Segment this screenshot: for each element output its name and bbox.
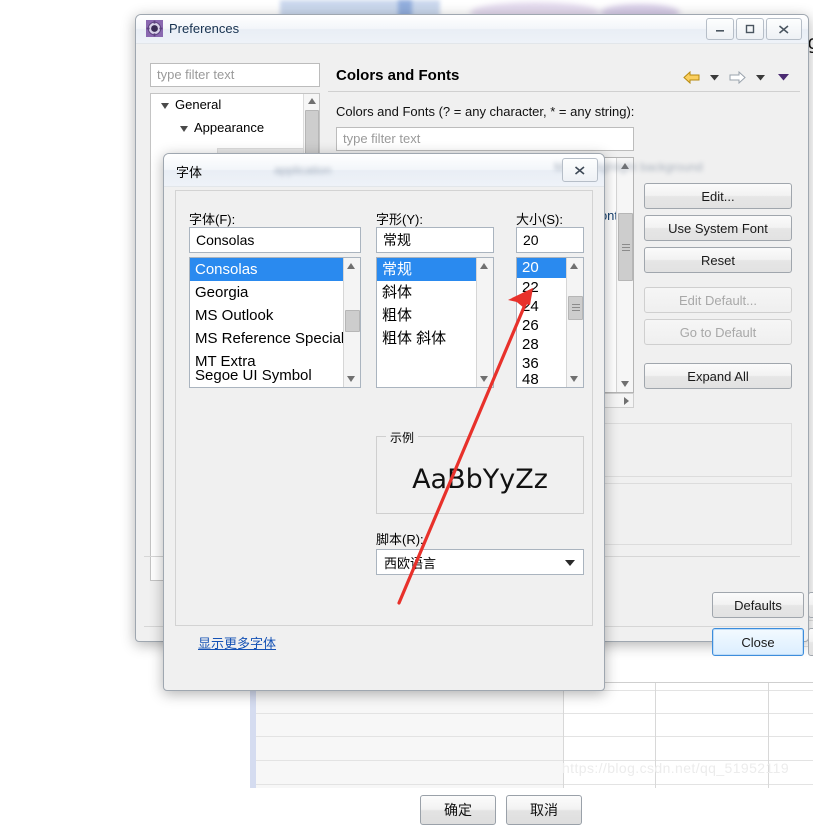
font-sample-legend: 示例 bbox=[386, 429, 419, 446]
colors-fonts-filter-input[interactable]: type filter text bbox=[336, 127, 634, 151]
watermark-text: https://blog.csdn.net/qq_51952119 bbox=[562, 760, 790, 776]
size-scroll-thumb[interactable] bbox=[568, 296, 583, 320]
font-script-value: 西欧语言 bbox=[384, 555, 437, 571]
chevron-down-icon bbox=[565, 560, 575, 566]
bg-grid-row-2 bbox=[256, 713, 813, 714]
style-scroll-up-arrow[interactable] bbox=[480, 263, 488, 269]
preferences-window-controls[interactable] bbox=[706, 18, 802, 40]
font-size-option[interactable]: 48 bbox=[517, 370, 567, 387]
family-scroll-down-arrow[interactable] bbox=[347, 376, 355, 382]
font-style-scrollbar[interactable] bbox=[476, 258, 493, 387]
preferences-gear-icon bbox=[146, 20, 163, 37]
family-scroll-thumb[interactable] bbox=[345, 310, 360, 332]
font-size-option[interactable]: 22 bbox=[517, 278, 567, 297]
font-size-option[interactable]: 28 bbox=[517, 335, 567, 354]
cf-scroll-thumb[interactable] bbox=[618, 213, 633, 281]
preferences-navigation[interactable] bbox=[682, 69, 792, 85]
font-size-option[interactable]: 20 bbox=[517, 258, 567, 278]
scroll-up-arrow[interactable] bbox=[308, 98, 316, 104]
bg-grid-band bbox=[256, 690, 563, 788]
font-size-option[interactable]: 24 bbox=[517, 297, 567, 316]
font-sample-preview: AaBbYyZz bbox=[412, 464, 548, 495]
font-dialog-titlebar-bleed-1: application bbox=[274, 163, 332, 177]
font-family-option[interactable]: Georgia bbox=[190, 281, 344, 304]
forward-arrow-icon[interactable] bbox=[728, 69, 746, 85]
pane-title-divider bbox=[328, 91, 800, 92]
font-dialog-title: 字体 bbox=[176, 165, 203, 180]
font-family-option[interactable]: MS Reference Specialt bbox=[190, 327, 344, 350]
forward-menu-chevron-down-icon[interactable] bbox=[751, 69, 769, 85]
font-family-input[interactable]: Consolas bbox=[189, 227, 361, 253]
font-size-input[interactable]: 20 bbox=[516, 227, 584, 253]
font-family-list[interactable]: Consolas Georgia MS Outlook MS Reference… bbox=[189, 257, 361, 388]
restore-defaults-button[interactable]: Defaults bbox=[712, 592, 804, 618]
size-scroll-up-arrow[interactable] bbox=[570, 263, 578, 269]
tree-expander-general[interactable] bbox=[161, 103, 169, 109]
sidebar-item-appearance[interactable]: Appearance bbox=[194, 120, 264, 135]
back-menu-chevron-down-icon[interactable] bbox=[705, 69, 723, 85]
reset-button[interactable]: Reset bbox=[644, 247, 792, 273]
edit-default-button: Edit Default... bbox=[644, 287, 792, 313]
font-family-option[interactable]: Segoe UI Symbol bbox=[190, 364, 344, 387]
font-style-input[interactable]: 常规 bbox=[376, 227, 494, 253]
font-size-option[interactable]: 26 bbox=[517, 316, 567, 335]
use-system-font-button[interactable]: Use System Font bbox=[644, 215, 792, 241]
font-dialog-close-button[interactable] bbox=[562, 158, 598, 182]
show-more-fonts-link[interactable]: 显示更多字体 bbox=[198, 633, 276, 652]
font-dialog-titlebar[interactable]: 字体 application Match Highlight backgroun… bbox=[164, 154, 703, 187]
font-dialog[interactable]: 字体 application Match Highlight backgroun… bbox=[163, 153, 703, 825]
size-scroll-down-arrow[interactable] bbox=[570, 376, 578, 382]
back-arrow-icon[interactable] bbox=[682, 69, 700, 85]
family-scroll-up-arrow[interactable] bbox=[347, 263, 355, 269]
tree-expander-appearance[interactable] bbox=[180, 126, 188, 132]
font-family-scrollbar[interactable] bbox=[343, 258, 360, 387]
preferences-title: Preferences bbox=[169, 21, 240, 36]
close-button[interactable] bbox=[766, 18, 802, 40]
font-size-list[interactable]: 20 22 24 26 28 36 48 bbox=[516, 257, 584, 388]
font-family-label: 字体(F): bbox=[189, 212, 236, 227]
font-dialog-content: 字体(F): 字形(Y): 大小(S): Consolas Consolas G… bbox=[175, 190, 593, 651]
cancel-dialog-button[interactable]: Cancel bbox=[808, 628, 813, 656]
preferences-filter-input[interactable]: type filter text bbox=[150, 63, 320, 87]
font-style-option[interactable]: 粗体 斜体 bbox=[377, 327, 477, 350]
minimize-button[interactable] bbox=[706, 18, 734, 40]
font-script-label: 脚本(R): bbox=[376, 532, 424, 547]
page-title: Colors and Fonts bbox=[336, 67, 460, 84]
font-style-label: 字形(Y): bbox=[376, 212, 423, 227]
edit-button[interactable]: Edit... bbox=[644, 183, 792, 209]
bg-grid-row-3 bbox=[256, 736, 813, 737]
cf-hscroll-right-arrow[interactable] bbox=[624, 397, 629, 405]
font-family-option[interactable]: Consolas bbox=[190, 258, 344, 281]
expand-all-button[interactable]: Expand All bbox=[644, 363, 792, 389]
maximize-button[interactable] bbox=[736, 18, 764, 40]
font-size-label: 大小(S): bbox=[516, 212, 563, 227]
apply-button[interactable]: Apply bbox=[808, 592, 813, 618]
font-style-list[interactable]: 常规 斜体 粗体 粗体 斜体 bbox=[376, 257, 494, 388]
font-style-option[interactable]: 常规 bbox=[377, 258, 477, 281]
font-family-option[interactable]: MS Outlook bbox=[190, 304, 344, 327]
bg-grid-row-5 bbox=[256, 784, 813, 785]
font-style-option[interactable]: 斜体 bbox=[377, 281, 477, 304]
colors-and-fonts-caption: Colors and Fonts (? = any character, * =… bbox=[336, 104, 635, 119]
sidebar-item-general[interactable]: General bbox=[175, 97, 221, 112]
go-to-default-button: Go to Default bbox=[644, 319, 792, 345]
font-dialog-window-controls[interactable] bbox=[562, 158, 598, 182]
font-style-option[interactable]: 粗体 bbox=[377, 304, 477, 327]
cf-scroll-down-arrow[interactable] bbox=[621, 381, 629, 387]
extra-menu-chevron-down-filled-icon[interactable] bbox=[774, 69, 792, 85]
font-cancel-button[interactable]: 取消 bbox=[506, 795, 582, 825]
preferences-titlebar[interactable]: Preferences bbox=[136, 15, 808, 44]
font-size-scrollbar[interactable] bbox=[566, 258, 583, 387]
style-scroll-down-arrow[interactable] bbox=[480, 376, 488, 382]
colors-fonts-vertical-scrollbar[interactable] bbox=[616, 158, 633, 392]
font-ok-button[interactable]: 确定 bbox=[420, 795, 496, 825]
font-script-combobox[interactable]: 西欧语言 bbox=[376, 549, 584, 575]
close-dialog-button[interactable]: Close bbox=[712, 628, 804, 656]
